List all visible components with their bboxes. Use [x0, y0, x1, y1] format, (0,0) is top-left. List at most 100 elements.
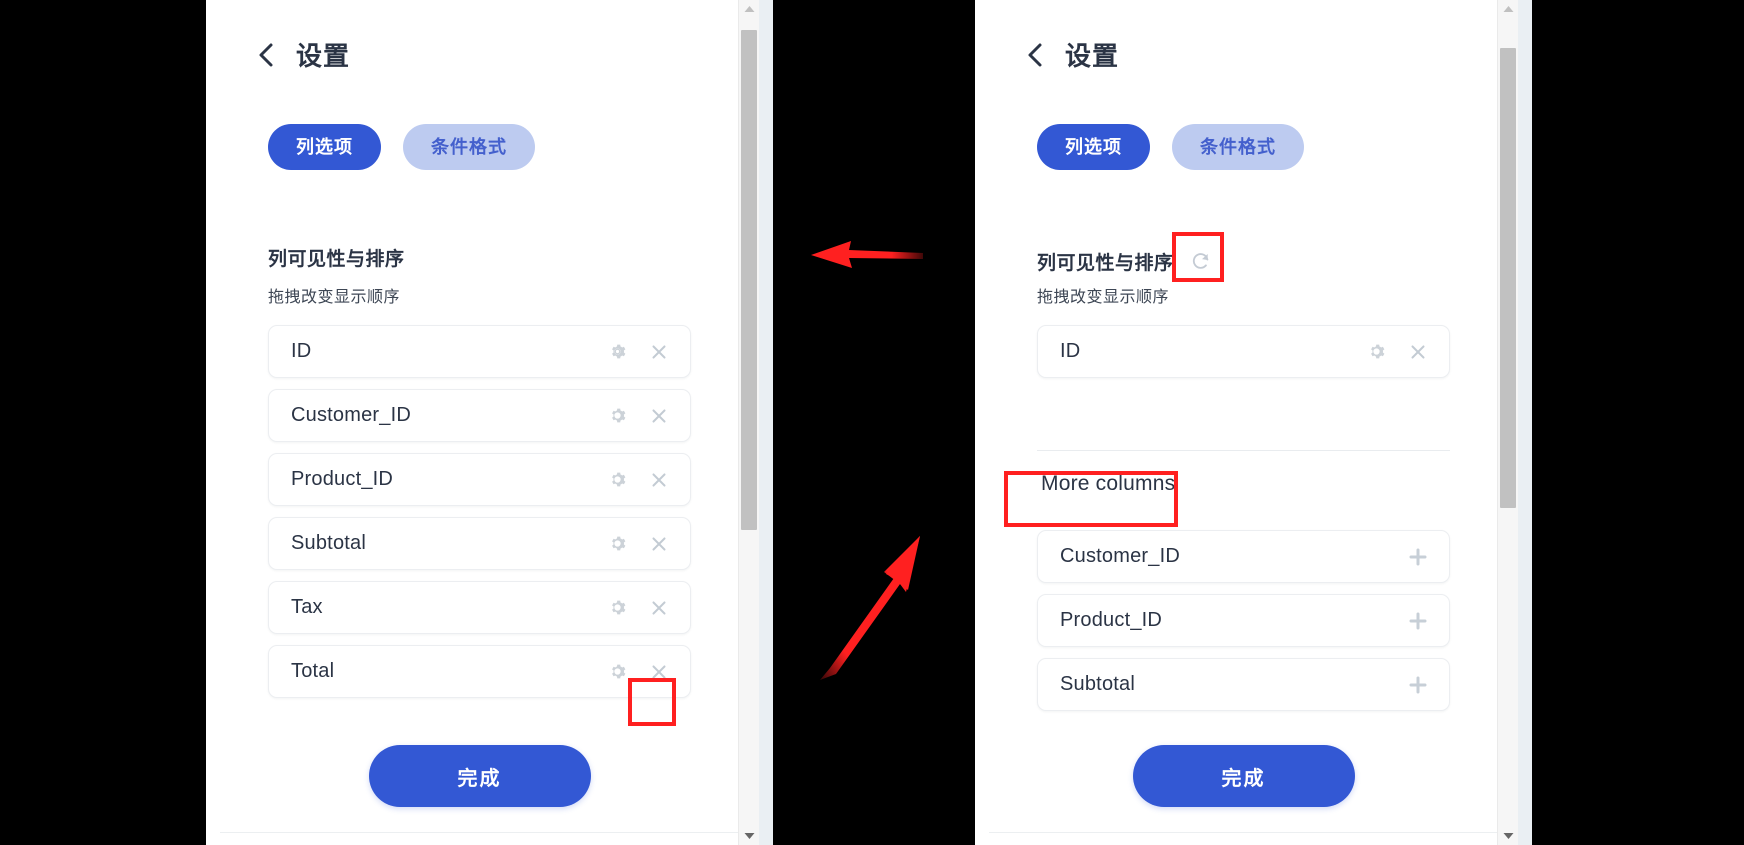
scroll-up-arrow-icon — [1503, 6, 1513, 12]
gear-icon — [611, 664, 625, 679]
left-section-header: 列可见性与排序 — [268, 244, 405, 271]
close-icon — [652, 536, 666, 551]
left-panel-bottom-strip — [220, 832, 739, 845]
annotation-arrow-up-right — [820, 536, 920, 680]
scroll-up-button-right[interactable] — [1498, 0, 1518, 18]
column-remove-button[interactable] — [644, 465, 674, 495]
done-button-right[interactable]: 完成 — [1132, 745, 1355, 807]
column-add-button[interactable] — [1403, 606, 1433, 636]
list-item[interactable]: Customer_ID — [1037, 530, 1450, 583]
row-actions — [1403, 542, 1433, 572]
left-section-title: 列可见性与排序 — [268, 249, 405, 270]
column-label: Customer_ID — [291, 404, 412, 426]
column-add-button[interactable] — [1403, 542, 1433, 572]
more-columns-list: Customer_ID Product_ID Subtotal — [1037, 530, 1450, 722]
column-remove-button[interactable] — [644, 337, 674, 367]
plus-icon — [1409, 548, 1427, 565]
back-button-left[interactable] — [256, 42, 276, 68]
tab-conditional-format-left[interactable]: 条件格式 — [403, 124, 535, 170]
row-actions — [602, 337, 674, 367]
right-settings-panel: 设置 列选项 条件格式 列可见性与排序 拖拽改变显示顺序 ID More col… — [975, 0, 1532, 845]
refresh-columns-button[interactable] — [1184, 244, 1218, 278]
list-item[interactable]: Product_ID — [1037, 594, 1450, 647]
column-label: Customer_ID — [1060, 545, 1181, 567]
right-section-title: 列可见性与排序 — [1037, 252, 1174, 274]
row-actions — [602, 465, 674, 495]
right-panel-tabs: 列选项 条件格式 — [1037, 124, 1304, 170]
plus-icon — [1409, 676, 1427, 693]
more-columns-header: More columns — [1037, 470, 1179, 498]
gear-icon — [611, 408, 625, 423]
column-remove-button[interactable] — [644, 593, 674, 623]
row-actions — [602, 401, 674, 431]
section-divider — [1037, 450, 1450, 451]
chevron-left-icon — [1028, 43, 1042, 66]
column-label: Total — [291, 660, 335, 682]
left-panel-header: 设置 — [256, 36, 350, 73]
back-button-right[interactable] — [1025, 42, 1045, 68]
column-settings-button[interactable] — [602, 593, 632, 623]
right-footer: 完成 — [989, 745, 1498, 807]
column-settings-button[interactable] — [602, 465, 632, 495]
column-settings-button[interactable] — [602, 337, 632, 367]
close-icon — [1411, 344, 1425, 359]
left-section-subtitle: 拖拽改变显示顺序 — [268, 289, 401, 306]
tab-column-options-left[interactable]: 列选项 — [268, 124, 381, 170]
column-label: ID — [291, 340, 312, 362]
left-settings-panel: 设置 列选项 条件格式 列可见性与排序 拖拽改变显示顺序 ID Customer… — [206, 0, 773, 845]
scroll-thumb-left[interactable] — [741, 30, 757, 530]
close-icon — [652, 664, 666, 679]
screenshot-stage: 设置 列选项 条件格式 列可见性与排序 拖拽改变显示顺序 ID Customer… — [0, 0, 1744, 845]
column-remove-button[interactable] — [644, 401, 674, 431]
scroll-down-button-left[interactable] — [739, 827, 759, 845]
annotation-arrow-left — [811, 241, 923, 268]
scroll-down-button-right[interactable] — [1498, 827, 1518, 845]
table-row[interactable]: Tax — [268, 581, 691, 634]
right-panel-header: 设置 — [1025, 36, 1119, 73]
chevron-left-icon — [259, 43, 273, 66]
column-settings-button[interactable] — [602, 529, 632, 559]
left-panel-edge-right — [759, 0, 773, 845]
close-icon — [652, 408, 666, 423]
close-icon — [652, 472, 666, 487]
column-label: Subtotal — [291, 532, 366, 554]
table-row[interactable]: Total — [268, 645, 691, 698]
done-button-left[interactable]: 完成 — [368, 745, 591, 807]
table-row[interactable]: Product_ID — [268, 453, 691, 506]
column-remove-button-highlighted[interactable] — [644, 657, 674, 687]
page-title-left: 设置 — [296, 41, 351, 71]
gear-icon — [1370, 344, 1384, 359]
row-actions — [602, 657, 674, 687]
close-icon — [652, 344, 666, 359]
table-row[interactable]: ID — [268, 325, 691, 378]
row-actions — [1403, 670, 1433, 700]
left-panel-scrollbar[interactable] — [738, 0, 759, 845]
column-settings-button[interactable] — [1361, 337, 1391, 367]
tab-column-options-right[interactable]: 列选项 — [1037, 124, 1150, 170]
column-settings-button[interactable] — [602, 401, 632, 431]
right-panel-edge-right — [1518, 0, 1532, 845]
left-panel-tabs: 列选项 条件格式 — [268, 124, 535, 170]
list-item[interactable]: Subtotal — [1037, 658, 1450, 711]
row-actions — [602, 593, 674, 623]
right-panel-scrollbar[interactable] — [1497, 0, 1518, 845]
scroll-up-button-left[interactable] — [739, 0, 759, 18]
column-label: Product_ID — [1060, 609, 1163, 631]
table-row[interactable]: ID — [1037, 325, 1450, 378]
table-row[interactable]: Subtotal — [268, 517, 691, 570]
row-actions — [1403, 606, 1433, 636]
column-settings-button[interactable] — [602, 657, 632, 687]
column-remove-button[interactable] — [644, 529, 674, 559]
column-add-button[interactable] — [1403, 670, 1433, 700]
scroll-down-arrow-icon — [1503, 833, 1513, 839]
left-panel-content: 设置 列选项 条件格式 列可见性与排序 拖拽改变显示顺序 ID Customer… — [220, 0, 739, 845]
right-panel-bottom-strip — [989, 832, 1498, 845]
plus-icon — [1409, 612, 1427, 629]
tab-conditional-format-right[interactable]: 条件格式 — [1172, 124, 1304, 170]
close-icon — [652, 600, 666, 615]
gear-icon — [611, 472, 625, 487]
column-remove-button[interactable] — [1403, 337, 1433, 367]
scroll-thumb-right[interactable] — [1500, 48, 1516, 508]
column-label: Tax — [291, 596, 323, 618]
table-row[interactable]: Customer_ID — [268, 389, 691, 442]
